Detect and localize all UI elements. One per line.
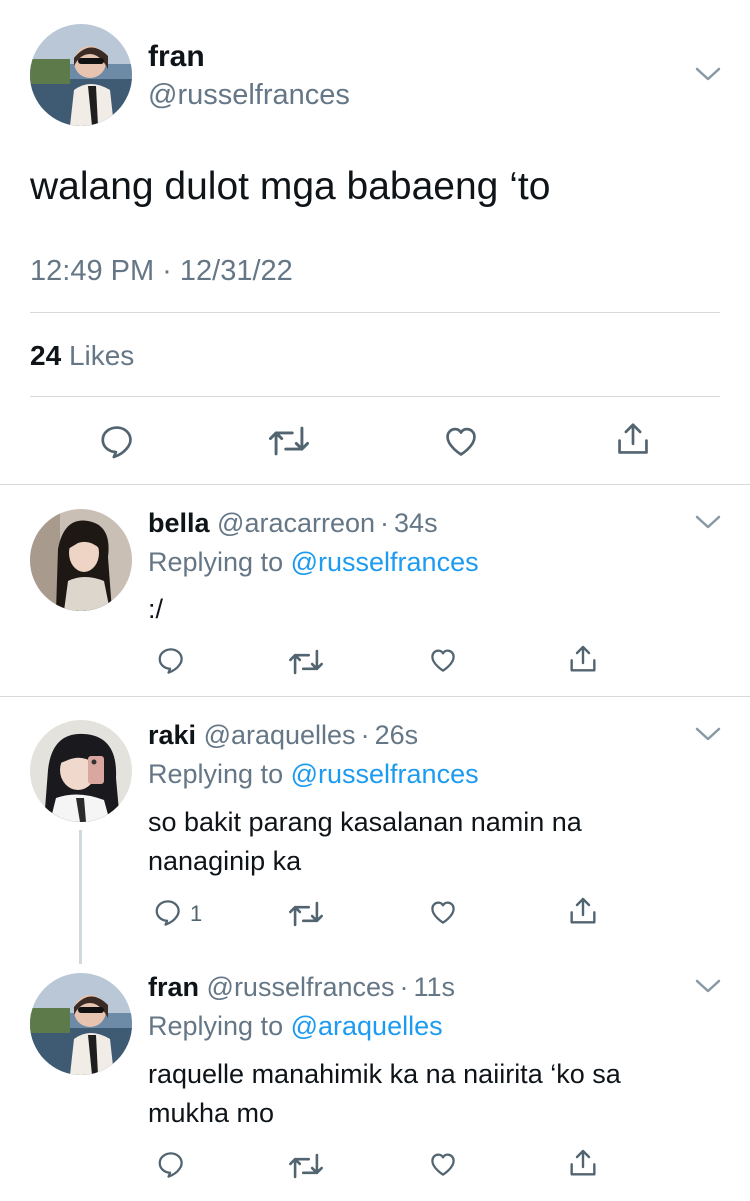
reply-display-name[interactable]: fran: [148, 972, 199, 1002]
reply-text: :/: [148, 594, 164, 624]
reply-icon[interactable]: [155, 1149, 187, 1179]
chevron-down-icon[interactable]: [695, 66, 721, 82]
reply-text-line-2: nanaginip ka: [148, 846, 302, 876]
reply-handle[interactable]: @aracarreon: [217, 508, 375, 538]
separator: ·: [360, 720, 370, 750]
avatar-bella[interactable]: [30, 509, 132, 611]
like-icon[interactable]: [427, 645, 459, 675]
replying-to: Replying to @russelfrances: [148, 757, 479, 791]
share-icon[interactable]: [567, 1147, 599, 1179]
like-icon[interactable]: [441, 422, 481, 460]
avatar-fran[interactable]: [30, 973, 132, 1075]
divider: [0, 484, 750, 485]
reply-icon[interactable]: [155, 645, 187, 675]
reply-header: raki @araquelles · 26s: [148, 718, 418, 752]
share-icon[interactable]: [567, 643, 599, 675]
replying-to-link[interactable]: @russelfrances: [291, 759, 479, 789]
reply-age[interactable]: 26s: [375, 720, 419, 750]
replying-to: Replying to @araquelles: [148, 1009, 443, 1043]
reply-age[interactable]: 11s: [414, 972, 456, 1002]
reply-icon[interactable]: [152, 897, 184, 927]
reply-handle[interactable]: @russelfrances: [207, 972, 395, 1002]
retweet-icon[interactable]: [288, 1151, 324, 1181]
chevron-down-icon[interactable]: [695, 514, 721, 530]
like-icon[interactable]: [427, 897, 459, 927]
likes-stat[interactable]: 24 Likes: [30, 339, 134, 373]
main-tweet-display-name[interactable]: fran: [148, 40, 205, 74]
reply-text-line-1: raquelle manahimik ka na naiirita ‘ko sa: [148, 1059, 621, 1089]
main-tweet-handle[interactable]: @russelfrances: [148, 78, 350, 112]
reply-age[interactable]: 34s: [394, 508, 438, 538]
chevron-down-icon[interactable]: [695, 978, 721, 994]
likes-label: Likes: [68, 340, 135, 371]
like-icon[interactable]: [427, 1149, 459, 1179]
reply-display-name[interactable]: raki: [148, 720, 196, 750]
divider: [30, 312, 720, 313]
likes-count: 24: [30, 340, 62, 371]
avatar-raki[interactable]: [30, 720, 132, 822]
replying-to-link[interactable]: @russelfrances: [291, 547, 479, 577]
reply-text-line-2: mukha mo: [148, 1098, 275, 1128]
reply-display-name[interactable]: bella: [148, 508, 210, 538]
main-tweet-text: walang dulot mga babaeng ‘to: [30, 165, 551, 208]
share-icon[interactable]: [614, 419, 652, 459]
reply-icon[interactable]: [97, 422, 137, 460]
separator: ·: [399, 972, 409, 1002]
retweet-icon[interactable]: [268, 423, 310, 459]
reply-header: fran @russelfrances · 11s: [148, 970, 455, 1004]
chevron-down-icon[interactable]: [695, 726, 721, 742]
reply-handle[interactable]: @araquelles: [204, 720, 356, 750]
divider: [30, 396, 720, 397]
share-icon[interactable]: [567, 895, 599, 927]
reply-header: bella @aracarreon · 34s: [148, 506, 438, 540]
replying-to: Replying to @russelfrances: [148, 545, 479, 579]
separator: ·: [380, 508, 390, 538]
replying-to-link[interactable]: @araquelles: [291, 1011, 443, 1041]
retweet-icon[interactable]: [288, 899, 324, 929]
divider: [0, 696, 750, 697]
thread-connector: [79, 830, 82, 964]
replying-prefix: Replying to: [148, 1011, 284, 1041]
replying-prefix: Replying to: [148, 547, 284, 577]
avatar-fran[interactable]: [30, 24, 132, 126]
reply-text-line-1: so bakit parang kasalanan namin na: [148, 807, 582, 837]
main-tweet-timestamp[interactable]: 12:49 PM · 12/31/22: [30, 254, 293, 288]
retweet-icon[interactable]: [288, 647, 324, 677]
replying-prefix: Replying to: [148, 759, 284, 789]
reply-count: 1: [190, 901, 203, 926]
